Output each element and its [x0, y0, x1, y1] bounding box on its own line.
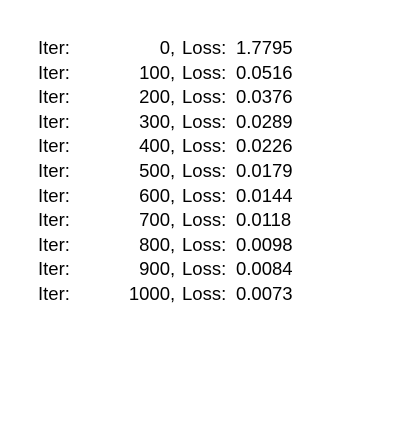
- loss-value: 0.0144: [236, 184, 293, 206]
- iter-label: Iter:: [38, 86, 70, 108]
- iter-label: Iter:: [38, 233, 70, 255]
- iter-label: Iter:: [38, 184, 70, 206]
- iter-value: 1000: [128, 282, 170, 304]
- iter-value: 800: [139, 233, 170, 255]
- iter-label: Iter:: [38, 258, 70, 280]
- log-line: Iter: 900, Loss: 0.0084: [38, 257, 378, 282]
- loss-value: 0.0226: [236, 135, 293, 157]
- loss-value: 0.0084: [236, 258, 293, 280]
- loss-label: Loss:: [182, 258, 227, 280]
- loss-label: Loss:: [182, 159, 227, 181]
- loss-value: 0.0179: [236, 159, 293, 181]
- iter-label: Iter:: [38, 61, 70, 83]
- log-line: Iter: 500, Loss: 0.0179: [38, 159, 378, 184]
- iter-value: 700: [139, 209, 170, 231]
- loss-label: Loss:: [182, 37, 227, 58]
- iter-label: Iter:: [38, 37, 70, 58]
- iter-label: Iter:: [38, 110, 70, 132]
- log-line: Iter: 400, Loss: 0.0226: [38, 134, 378, 159]
- console-output: Iter: 0, Loss: 1.7795 Iter: 100, Loss: 0.0516 It…: [38, 36, 378, 307]
- log-line: Iter: 1000, Loss: 0.0073: [38, 282, 378, 307]
- iter-value: 100: [139, 61, 170, 83]
- iter-value: 200: [139, 86, 170, 108]
- loss-value: 0.0516: [236, 61, 293, 83]
- iter-label: Iter:: [38, 282, 70, 304]
- loss-label: Loss:: [182, 184, 227, 206]
- log-line: Iter: 600, Loss: 0.0144: [38, 184, 378, 209]
- log-line: Iter: 200, Loss: 0.0376: [38, 85, 378, 110]
- loss-value: 0.0098: [236, 233, 293, 255]
- loss-label: Loss:: [182, 282, 227, 304]
- loss-value: 0.0289: [236, 110, 293, 132]
- log-line: Iter: 100, Loss: 0.0516: [38, 61, 378, 86]
- loss-label: Loss:: [182, 209, 227, 231]
- loss-value: 1.7795: [236, 37, 293, 58]
- iter-label: Iter:: [38, 135, 70, 157]
- iter-value: 400: [139, 135, 170, 157]
- iter-value: 300: [139, 110, 170, 132]
- iter-value: 600: [139, 184, 170, 206]
- loss-value: 0.0118: [236, 209, 292, 231]
- log-line: Iter: 800, Loss: 0.0098: [38, 233, 378, 258]
- loss-label: Loss:: [182, 135, 227, 157]
- loss-label: Loss:: [182, 61, 227, 83]
- iter-label: Iter:: [38, 159, 70, 181]
- loss-label: Loss:: [182, 110, 227, 132]
- log-line: Iter: 300, Loss: 0.0289: [38, 110, 378, 135]
- iter-value: 900: [139, 258, 170, 280]
- loss-label: Loss:: [182, 86, 227, 108]
- loss-value: 0.0073: [236, 282, 293, 304]
- iter-value: 0: [159, 37, 170, 58]
- iter-value: 500: [139, 159, 170, 181]
- log-line: Iter: 0, Loss: 1.7795: [38, 36, 378, 61]
- loss-label: Loss:: [182, 233, 227, 255]
- log-line: Iter: 700, Loss: 0.0118: [38, 208, 378, 233]
- loss-value: 0.0376: [236, 86, 293, 108]
- iter-label: Iter:: [38, 209, 70, 231]
